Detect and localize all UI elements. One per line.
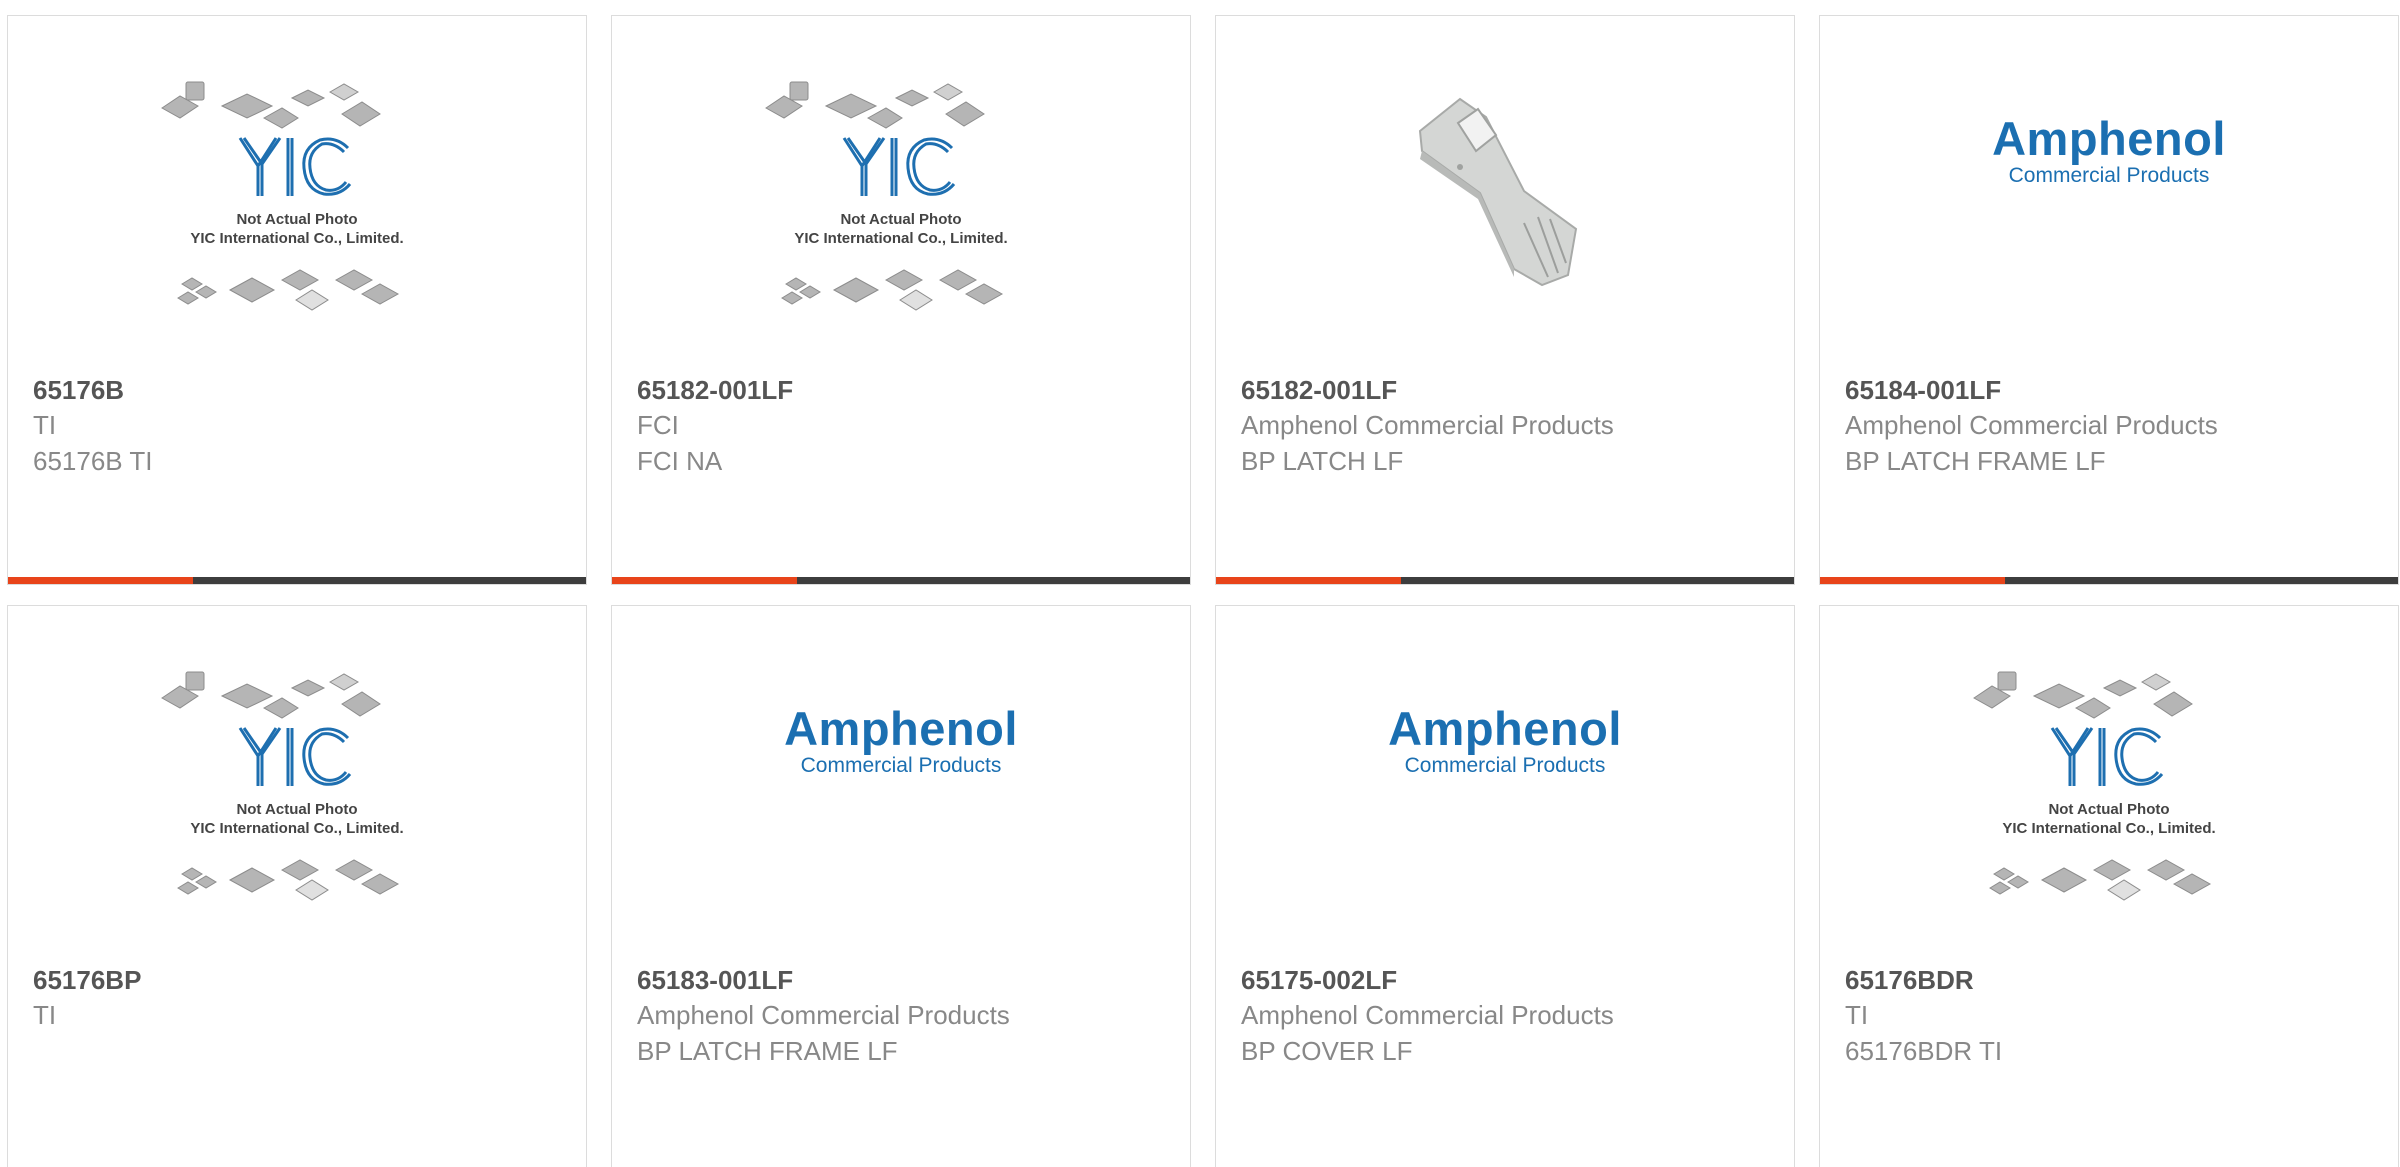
product-card[interactable]: Not Actual Photo YIC International Co., …: [7, 605, 587, 1167]
description: BP LATCH FRAME LF: [637, 1036, 898, 1066]
amphenol-logo: Amphenol Commercial Products: [1992, 114, 2226, 188]
part-number[interactable]: 65183-001LF: [637, 963, 1170, 997]
card-bottom-bar: [1820, 577, 2398, 584]
product-image[interactable]: [1216, 16, 1794, 366]
placeholder-line-2: YIC International Co., Limited.: [190, 230, 403, 247]
product-card[interactable]: Not Actual Photo YIC International Co., …: [611, 15, 1191, 585]
product-image[interactable]: Not Actual Photo YIC International Co., …: [1820, 606, 2398, 956]
card-accent: [8, 577, 193, 584]
placeholder-line-1: Not Actual Photo: [2048, 801, 2169, 818]
part-number[interactable]: 65176B: [33, 373, 566, 407]
product-card[interactable]: 65182-001LF Amphenol Commercial Products…: [1215, 15, 1795, 585]
product-image[interactable]: Amphenol Commercial Products: [1820, 16, 2398, 366]
placeholder-line-1: Not Actual Photo: [236, 801, 357, 818]
amphenol-logo: Amphenol Commercial Products: [1388, 704, 1622, 778]
amphenol-logo-sub: Commercial Products: [1404, 754, 1606, 777]
amphenol-logo-name: Amphenol: [784, 702, 1018, 755]
product-card[interactable]: Not Actual Photo YIC International Co., …: [1819, 605, 2399, 1167]
description: BP LATCH LF: [1241, 446, 1404, 476]
product-card[interactable]: Not Actual Photo YIC International Co., …: [7, 15, 587, 585]
yic-placeholder-image: Not Actual Photo YIC International Co., …: [765, 81, 1008, 311]
amphenol-logo-sub: Commercial Products: [2008, 164, 2210, 187]
product-card[interactable]: Amphenol Commercial Products 65183-001LF…: [611, 605, 1191, 1167]
card-accent: [1216, 577, 1401, 584]
product-image[interactable]: Not Actual Photo YIC International Co., …: [612, 16, 1190, 366]
part-number[interactable]: 65175-002LF: [1241, 963, 1774, 997]
product-grid: Not Actual Photo YIC International Co., …: [0, 0, 2400, 1167]
latch-photo: [1418, 97, 1578, 287]
description: 65176BDR TI: [1845, 1036, 2003, 1066]
product-card[interactable]: Amphenol Commercial Products 65175-002LF…: [1215, 605, 1795, 1167]
description: 65176B TI: [33, 446, 153, 476]
amphenol-logo-name: Amphenol: [1388, 702, 1622, 755]
manufacturer: TI: [1845, 1000, 1869, 1030]
manufacturer: TI: [33, 1000, 57, 1030]
part-number[interactable]: 65182-001LF: [1241, 373, 1774, 407]
yic-placeholder-image: Not Actual Photo YIC International Co., …: [1973, 671, 2216, 901]
manufacturer: Amphenol Commercial Products: [637, 1000, 1010, 1030]
card-accent: [612, 577, 797, 584]
description: FCI NA: [637, 446, 723, 476]
amphenol-logo-sub: Commercial Products: [800, 754, 1002, 777]
yic-placeholder-image: Not Actual Photo YIC International Co., …: [161, 81, 404, 311]
description: BP LATCH FRAME LF: [1845, 446, 2106, 476]
placeholder-line-2: YIC International Co., Limited.: [794, 230, 1007, 247]
amphenol-logo: Amphenol Commercial Products: [784, 704, 1018, 778]
card-bottom-bar: [612, 577, 1190, 584]
placeholder-line-2: YIC International Co., Limited.: [2002, 820, 2215, 837]
placeholder-line-1: Not Actual Photo: [840, 211, 961, 228]
part-number[interactable]: 65182-001LF: [637, 373, 1170, 407]
part-number[interactable]: 65176BDR: [1845, 963, 2378, 997]
part-number[interactable]: 65176BP: [33, 963, 566, 997]
placeholder-line-1: Not Actual Photo: [236, 211, 357, 228]
product-image[interactable]: Amphenol Commercial Products: [612, 606, 1190, 956]
product-image[interactable]: Not Actual Photo YIC International Co., …: [8, 606, 586, 956]
product-card[interactable]: Amphenol Commercial Products 65184-001LF…: [1819, 15, 2399, 585]
placeholder-line-2: YIC International Co., Limited.: [190, 820, 403, 837]
yic-placeholder-image: Not Actual Photo YIC International Co., …: [161, 671, 404, 901]
amphenol-logo-name: Amphenol: [1992, 112, 2226, 165]
manufacturer: Amphenol Commercial Products: [1845, 410, 2218, 440]
card-bottom-bar: [8, 577, 586, 584]
card-accent: [1820, 577, 2005, 584]
manufacturer: Amphenol Commercial Products: [1241, 410, 1614, 440]
manufacturer: TI: [33, 410, 57, 440]
part-number[interactable]: 65184-001LF: [1845, 373, 2378, 407]
manufacturer: Amphenol Commercial Products: [1241, 1000, 1614, 1030]
product-image[interactable]: Not Actual Photo YIC International Co., …: [8, 16, 586, 366]
card-bottom-bar: [1216, 577, 1794, 584]
manufacturer: FCI: [637, 410, 679, 440]
product-image[interactable]: Amphenol Commercial Products: [1216, 606, 1794, 956]
description: BP COVER LF: [1241, 1036, 1413, 1066]
